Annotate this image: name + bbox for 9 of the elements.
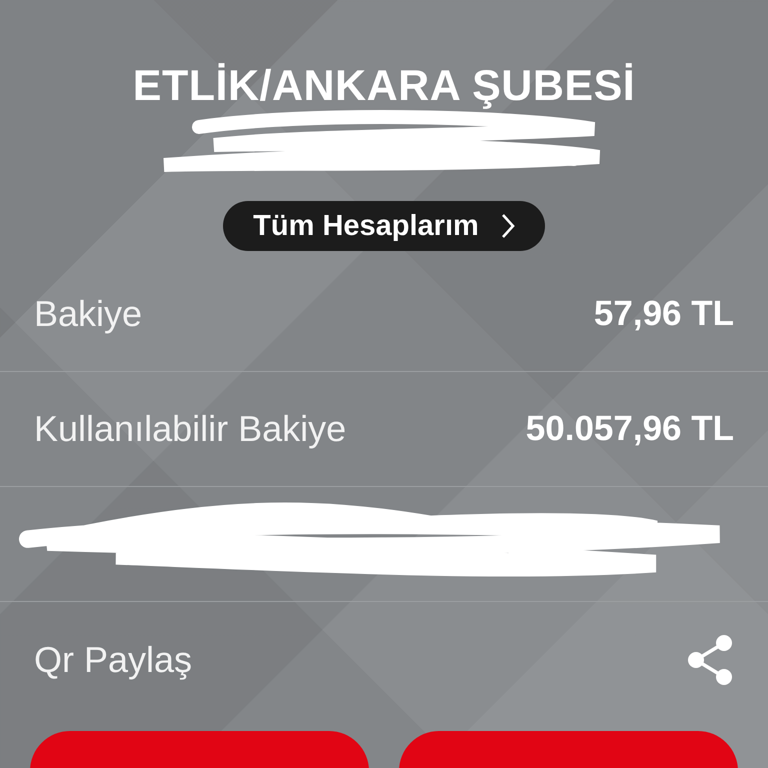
row-value: 50.057,96 TL <box>526 409 734 449</box>
all-accounts-button[interactable]: Tüm Hesaplarım <box>223 201 545 251</box>
row-label: Bakiye <box>34 293 142 335</box>
row-label: Kullanılabilir Bakiye <box>34 408 346 450</box>
chevron-right-icon <box>500 213 515 239</box>
row-label: Qr Paylaş <box>34 638 192 680</box>
branch-title: ETLİK/ANKARA ŞUBESİ <box>132 62 636 111</box>
share-icon[interactable] <box>686 634 734 686</box>
row-value: 57,96 TL <box>594 294 734 334</box>
